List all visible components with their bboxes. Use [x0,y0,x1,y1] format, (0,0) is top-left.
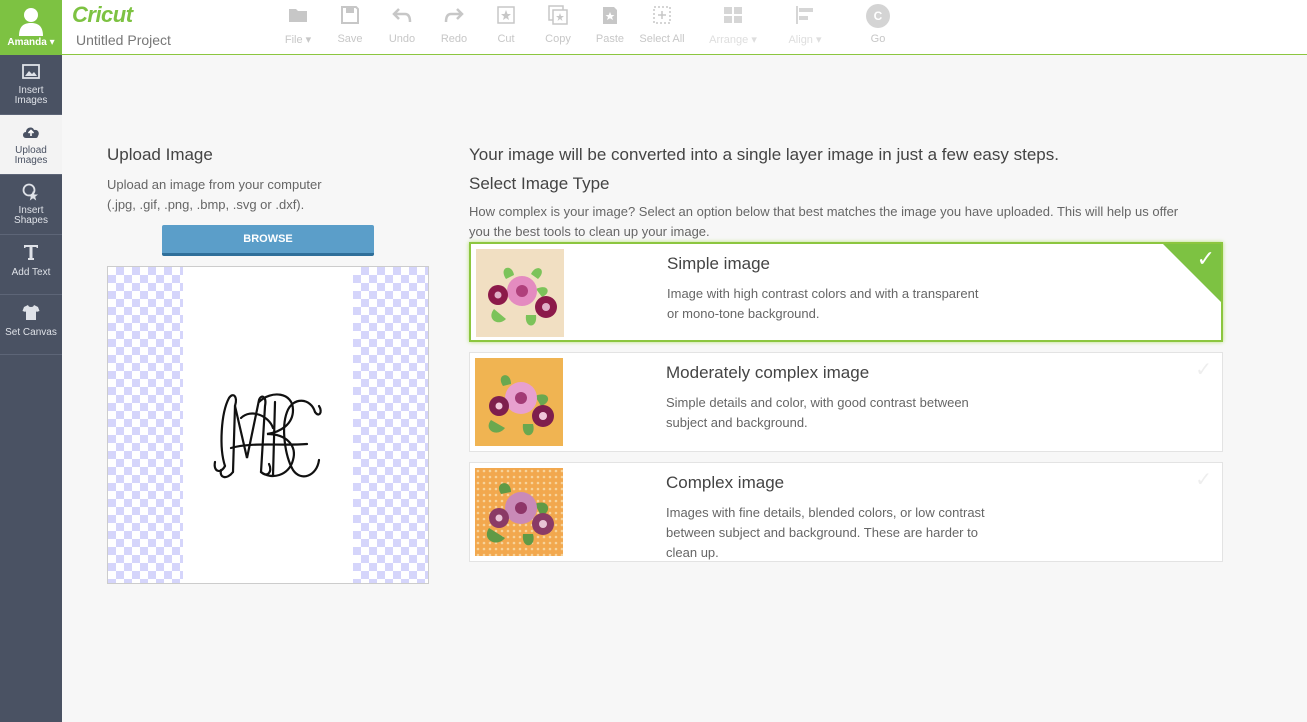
select-image-type-title: Select Image Type [469,174,610,193]
tool-label-file: File ▾ [284,34,312,46]
moderately-complex-image-thumbnail [475,358,563,446]
user-menu[interactable]: Amanda ▾ [0,0,62,55]
browse-button[interactable]: BROWSE [162,225,374,256]
sidebar-label: Images [14,155,48,166]
upload-panel: Upload Image Upload an image from your c… [107,145,429,584]
tool-label-copy: Copy [545,33,571,45]
tool-label-cut: Cut [497,33,515,45]
cut-button[interactable]: Cut [480,4,532,45]
transparency-checker [108,267,183,583]
intro-text: Your image will be converted into a sing… [469,145,1059,164]
tool-label-paste: Paste [595,33,625,45]
align-menu-button[interactable]: Align ▾ [776,4,834,46]
help-text: How complex is your image? Select an opt… [469,204,1179,239]
tool-label-save: Save [337,33,363,45]
option-title: Complex image [666,473,785,492]
sidebar-label: Shapes [14,215,48,226]
tool-label-undo: Undo [388,33,416,45]
sidebar-item-set-canvas[interactable]: Set Canvas [0,295,62,355]
sidebar-item-add-text[interactable]: Add Text [0,235,62,295]
paste-button[interactable]: Paste [584,4,636,45]
sidebar-item-insert-shapes[interactable]: Insert Shapes [0,175,62,235]
option-simple-image[interactable]: Simple image Image with high contrast co… [469,242,1223,342]
checkmark-icon: ✓ [1195,469,1212,491]
simple-image-thumbnail [476,249,564,337]
checkmark-icon: ✓ [1195,359,1212,381]
checkmark-icon: ✓ [1196,246,1215,271]
upload-title: Upload Image [107,145,213,164]
arrange-icon [724,7,742,23]
paste-icon [603,7,617,24]
cloud-upload-icon [23,127,39,138]
cut-icon [497,6,515,24]
folder-icon [289,9,307,22]
image-type-panel: Your image will be converted into a sing… [469,145,1224,562]
arrange-menu-button[interactable]: Arrange ▾ [702,4,764,46]
save-button[interactable]: Save [324,4,376,45]
monogram-image [213,393,322,479]
select-all-button[interactable]: Select All [636,4,688,45]
option-title: Simple image [667,254,770,273]
copy-icon [548,5,568,25]
tool-label-select-all: Select All [639,33,685,45]
user-avatar-icon [19,8,43,36]
undo-button[interactable]: Undo [376,4,428,45]
redo-button[interactable]: Redo [428,4,480,45]
shapes-icon [22,183,38,201]
user-name: Amanda ▾ [7,37,55,48]
upload-description: Upload an image from your computer (.jpg… [107,177,322,212]
file-menu-button[interactable]: File ▾ [272,4,324,46]
complex-image-thumbnail [475,468,563,556]
sidebar-item-insert-images[interactable]: Insert Images [0,55,62,115]
transparency-checker [353,267,428,583]
text-icon [24,245,38,260]
image-preview [107,266,429,584]
save-icon [341,6,359,24]
shirt-icon [22,305,40,320]
align-icon [796,6,813,24]
app-header: Amanda ▾ Cricut Untitled Project File ▾ … [0,0,1307,55]
undo-icon [392,8,412,23]
project-name[interactable]: Untitled Project [76,32,171,48]
go-icon: C [866,4,890,28]
sidebar-label: Add Text [11,267,51,278]
option-description: Simple details and color, with good cont… [666,395,969,430]
redo-icon [444,8,464,23]
option-complex-image[interactable]: Complex image Images with fine details, … [469,462,1223,562]
sidebar-item-upload-images[interactable]: Upload Images [0,115,62,175]
tool-label-align: Align ▾ [788,34,822,46]
tool-label-arrange: Arrange ▾ [709,34,757,46]
go-button[interactable]: C Go [852,4,904,45]
option-moderately-complex-image[interactable]: Moderately complex image Simple details … [469,352,1223,452]
option-description: Images with fine details, blended colors… [666,505,985,560]
left-sidebar: Insert Images Upload Images Insert Shape… [0,55,62,722]
cricut-logo: Cricut [72,2,133,27]
option-title: Moderately complex image [666,363,870,382]
tool-label-go: Go [870,33,886,45]
copy-button[interactable]: Copy [532,4,584,45]
sidebar-label: Set Canvas [5,327,57,338]
option-description: Image with high contrast colors and with… [667,286,979,321]
sidebar-label: Images [14,95,48,106]
select-all-icon [653,6,671,24]
tool-label-redo: Redo [440,33,468,45]
image-icon [22,64,40,79]
